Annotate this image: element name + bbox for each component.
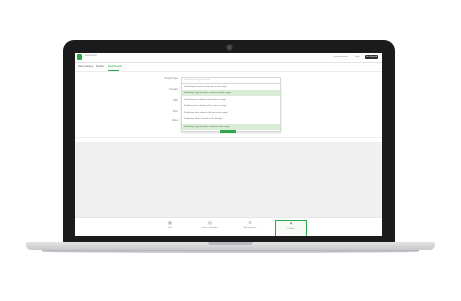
gear-icon: ⚙ bbox=[248, 220, 252, 225]
select-placeholder: Predicting the type of order bbox=[184, 79, 211, 81]
topbar-link-help[interactable]: Help bbox=[355, 56, 360, 58]
tab-models[interactable]: Models bbox=[96, 65, 104, 68]
label-date: Date bbox=[173, 100, 178, 102]
flag-icon: ⚑ bbox=[289, 221, 293, 226]
get-started-button[interactable]: Get Started bbox=[365, 55, 378, 59]
submit-button[interactable] bbox=[220, 130, 236, 133]
tab-bar: Data Catalog Models Dashboards bbox=[75, 63, 382, 72]
content-area bbox=[75, 142, 382, 217]
nav-data-label: Data bbox=[167, 227, 173, 229]
bottom-nav: ▦ Data ▤ Forecast Engine ⚙ Management ⚑ … bbox=[75, 217, 382, 236]
nav-forecast-label: Forecast Engine bbox=[202, 227, 218, 229]
tab-data-catalog[interactable]: Data Catalog bbox=[78, 65, 93, 68]
screen: Data Model Documentation Help Get Starte… bbox=[75, 53, 382, 236]
label-forecast: Forecast bbox=[169, 89, 178, 91]
chart-icon: ▤ bbox=[208, 220, 212, 225]
nav-forecast-engine[interactable]: ▤ Forecast Engine bbox=[195, 220, 225, 235]
nav-management[interactable]: ⚙ Management bbox=[235, 220, 265, 235]
laptop-notch bbox=[208, 242, 253, 245]
dropdown-item[interactable]: Predicting: future: details of the 90 da… bbox=[182, 116, 280, 122]
table-icon: ▦ bbox=[168, 220, 172, 225]
app-title: Data Model bbox=[85, 55, 97, 57]
label-prepaid-type: Prepaid Type bbox=[164, 78, 179, 80]
dropdown-menu: Predicting the trend of the price in the… bbox=[181, 83, 281, 132]
label-price: Price bbox=[172, 111, 178, 113]
camera-icon bbox=[227, 45, 232, 50]
logo-icon bbox=[77, 54, 82, 60]
label-notes: Notes bbox=[171, 120, 178, 122]
topbar-link-docs[interactable]: Documentation bbox=[333, 56, 348, 58]
tab-dashboards[interactable]: Dashboards bbox=[108, 65, 122, 68]
nav-data[interactable]: ▦ Data bbox=[155, 220, 185, 235]
divider bbox=[75, 137, 382, 138]
tab-active-indicator bbox=[108, 70, 119, 71]
laptop-foot bbox=[42, 250, 419, 253]
nav-management-label: Management bbox=[243, 227, 257, 229]
nav-publish-label: Publish bbox=[287, 228, 295, 230]
dropdown-item-highlighted[interactable]: Predicting: Type of orders, nearest in d… bbox=[182, 90, 280, 96]
dropdown-item[interactable]: Predicting how: details of the same in r… bbox=[182, 103, 280, 109]
nav-publish[interactable]: ⚑ Publish bbox=[275, 220, 307, 236]
top-bar: Data Model Documentation Help Get Starte… bbox=[75, 53, 382, 63]
